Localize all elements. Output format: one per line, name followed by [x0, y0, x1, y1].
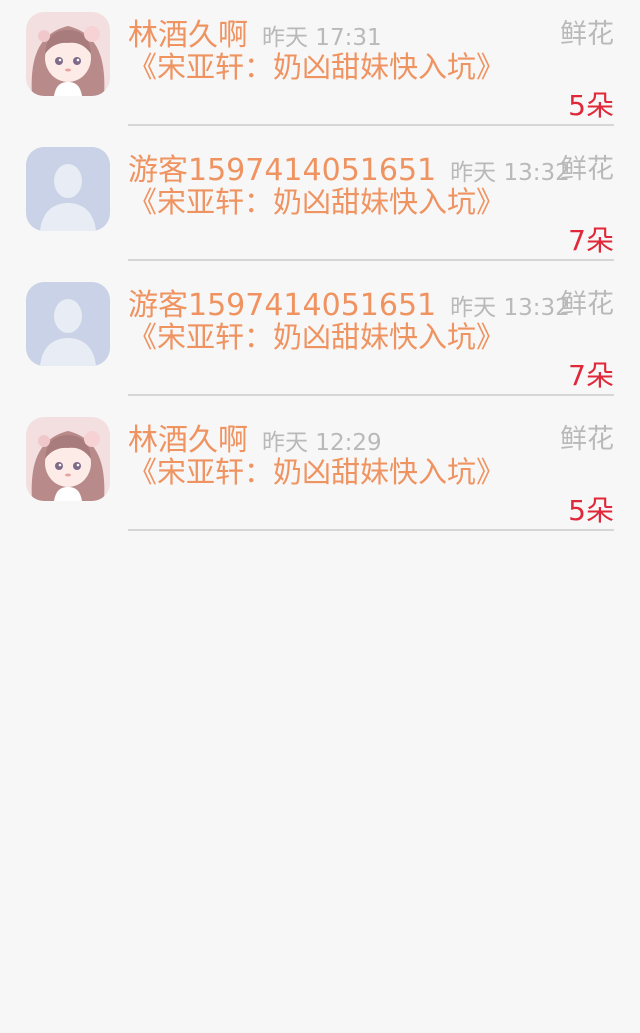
gift-time: 昨天 13:32	[450, 295, 570, 321]
gift-record-list: 林酒久啊 昨天 17:31 鲜花 《宋亚轩：奶凶甜妹快入坑》 5朵 游客15974…	[0, 0, 640, 540]
gift-count: 5朵	[568, 494, 614, 527]
work-title-link[interactable]: 《宋亚轩：奶凶甜妹快入坑》	[128, 320, 505, 354]
gift-record-row[interactable]: 林酒久啊 昨天 12:29 鲜花 《宋亚轩：奶凶甜妹快入坑》 5朵	[0, 405, 640, 540]
gift-record-content: 林酒久啊 昨天 12:29 鲜花 《宋亚轩：奶凶甜妹快入坑》 5朵	[128, 415, 614, 531]
gift-record-header: 林酒久啊 昨天 12:29	[128, 415, 382, 459]
work-title-link[interactable]: 《宋亚轩：奶凶甜妹快入坑》	[128, 455, 505, 489]
gift-record-row[interactable]: 游客1597414051651 昨天 13:32 鲜花 《宋亚轩：奶凶甜妹快入坑》…	[0, 135, 640, 270]
user-name[interactable]: 林酒久啊	[128, 423, 248, 458]
anime-girl-avatar[interactable]	[26, 12, 110, 96]
user-name[interactable]: 林酒久啊	[128, 18, 248, 53]
work-title-link[interactable]: 《宋亚轩：奶凶甜妹快入坑》	[128, 50, 505, 84]
gift-record-content: 游客1597414051651 昨天 13:32 鲜花 《宋亚轩：奶凶甜妹快入坑》…	[128, 280, 614, 396]
gift-count: 7朵	[568, 359, 614, 392]
gift-record-header: 游客1597414051651 昨天 13:32	[128, 145, 570, 189]
gift-type-label: 鲜花	[560, 424, 614, 455]
anime-girl-avatar[interactable]	[26, 417, 110, 501]
work-title-link[interactable]: 《宋亚轩：奶凶甜妹快入坑》	[128, 185, 505, 219]
gift-type-label: 鲜花	[560, 289, 614, 320]
gift-record-header: 林酒久啊 昨天 17:31	[128, 10, 382, 54]
user-name[interactable]: 游客1597414051651	[128, 288, 436, 323]
user-name[interactable]: 游客1597414051651	[128, 153, 436, 188]
default-user-avatar[interactable]	[26, 282, 110, 366]
gift-record-header: 游客1597414051651 昨天 13:32	[128, 280, 570, 324]
default-user-avatar[interactable]	[26, 147, 110, 231]
gift-type-label: 鲜花	[560, 19, 614, 50]
gift-count: 7朵	[568, 224, 614, 257]
gift-time: 昨天 17:31	[262, 25, 382, 51]
gift-time: 昨天 12:29	[262, 430, 382, 456]
gift-record-content: 游客1597414051651 昨天 13:32 鲜花 《宋亚轩：奶凶甜妹快入坑》…	[128, 145, 614, 261]
gift-record-row[interactable]: 游客1597414051651 昨天 13:32 鲜花 《宋亚轩：奶凶甜妹快入坑》…	[0, 270, 640, 405]
gift-type-label: 鲜花	[560, 154, 614, 185]
gift-time: 昨天 13:32	[450, 160, 570, 186]
gift-count: 5朵	[568, 89, 614, 122]
gift-record-row[interactable]: 林酒久啊 昨天 17:31 鲜花 《宋亚轩：奶凶甜妹快入坑》 5朵	[0, 0, 640, 135]
gift-record-content: 林酒久啊 昨天 17:31 鲜花 《宋亚轩：奶凶甜妹快入坑》 5朵	[128, 10, 614, 126]
